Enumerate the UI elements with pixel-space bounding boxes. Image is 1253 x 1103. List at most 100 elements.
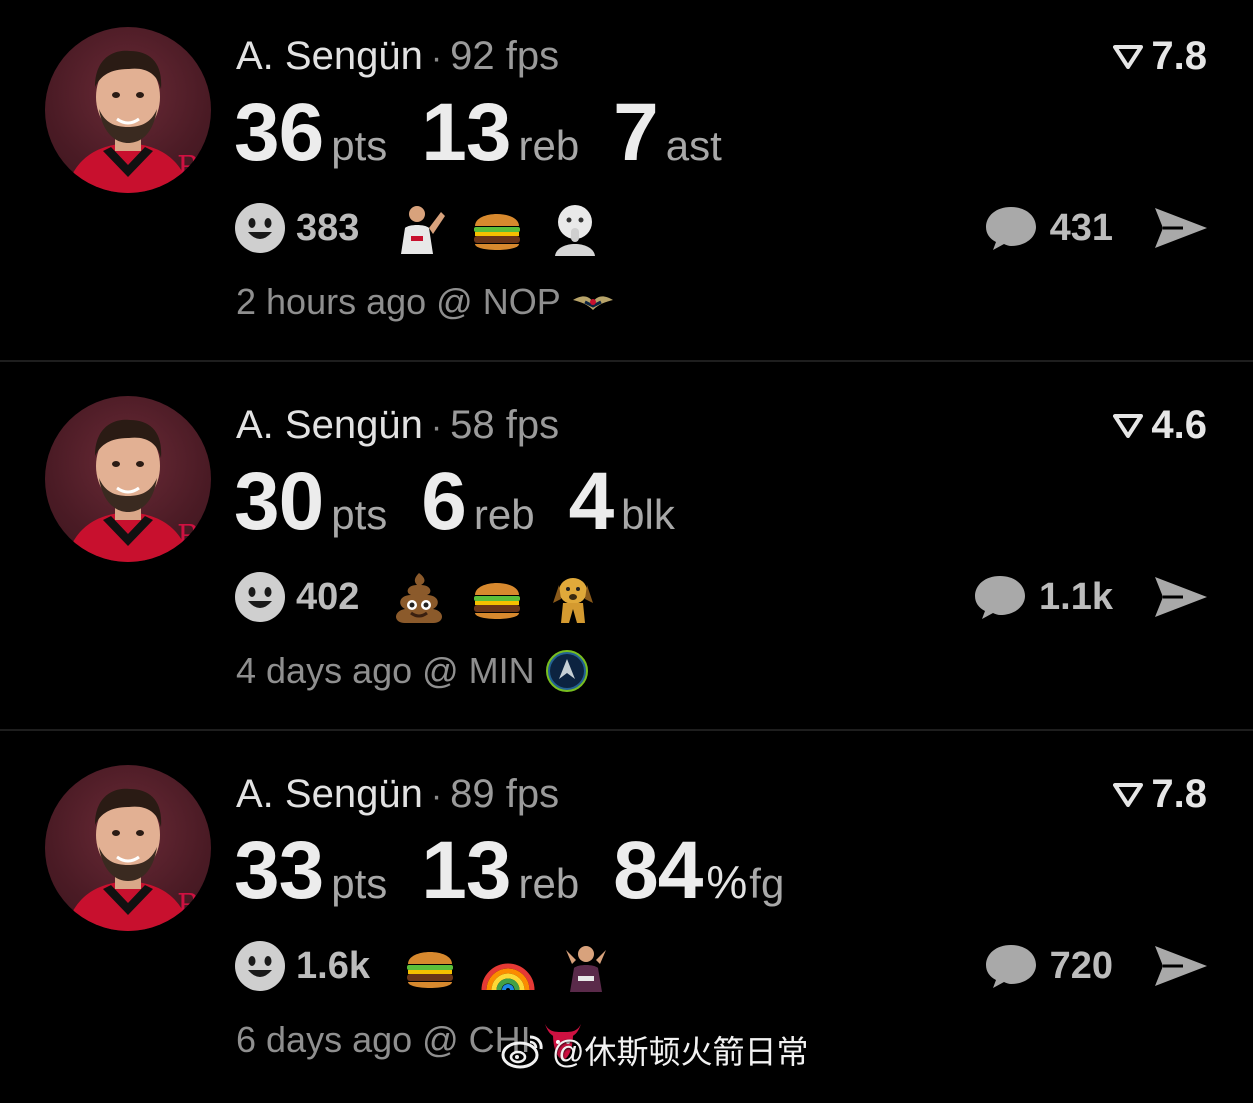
dog-emoji[interactable] bbox=[547, 569, 603, 625]
stat-value: 30 bbox=[234, 456, 324, 547]
reaction-count: 402 bbox=[296, 575, 360, 618]
comment-count: 720 bbox=[1049, 944, 1113, 987]
rainbow-emoji[interactable] bbox=[480, 938, 536, 994]
post-header: A. Sengün · 89 fps bbox=[236, 770, 559, 820]
comment-count: 431 bbox=[1049, 206, 1113, 249]
game-info: 2 hours ago @ NOP bbox=[236, 280, 615, 324]
rating-badge[interactable]: 7.8 bbox=[1113, 34, 1207, 78]
stat-unit: pts bbox=[331, 122, 388, 169]
rating-badge[interactable]: 4.6 bbox=[1113, 403, 1207, 447]
player-avatar[interactable]: R bbox=[45, 765, 211, 931]
player-name[interactable]: A. Sengün bbox=[236, 403, 423, 447]
rating-chevron-icon bbox=[1113, 414, 1144, 438]
watermark-text: @休斯顿火箭日常 bbox=[552, 1034, 809, 1070]
burger-emoji[interactable] bbox=[469, 200, 525, 256]
player-name[interactable]: A. Sengün bbox=[236, 772, 423, 816]
game-time-opponent: 6 days ago @ CHI bbox=[236, 1019, 531, 1060]
rating-value: 4.6 bbox=[1151, 402, 1207, 447]
comment-count: 1.1k bbox=[1039, 575, 1113, 618]
smiley-reaction-icon[interactable] bbox=[234, 571, 286, 623]
burger-emoji[interactable] bbox=[469, 569, 525, 625]
poop-emoji[interactable] bbox=[391, 569, 447, 625]
stat-line: 36 pts 13 reb 7 ast bbox=[234, 86, 756, 178]
stat-unit: ast bbox=[665, 122, 722, 169]
share-send-icon[interactable] bbox=[1153, 574, 1209, 620]
post-header: A. Sengün · 58 fps bbox=[236, 401, 559, 451]
stat-unit: fg bbox=[749, 860, 785, 907]
reaction-bar[interactable]: 402 bbox=[234, 567, 625, 627]
post-header: A. Sengün · 92 fps bbox=[236, 32, 559, 82]
rating-value: 7.8 bbox=[1151, 771, 1207, 816]
rating-chevron-icon bbox=[1113, 45, 1144, 69]
stat-rebounds: 13 reb bbox=[421, 824, 579, 918]
comment-bubble-icon bbox=[975, 576, 1026, 619]
stat-unit: reb bbox=[518, 860, 580, 907]
svg-text:R: R bbox=[177, 888, 201, 923]
stat-line: 33 pts 13 reb 84% fg bbox=[234, 824, 818, 916]
stat-unit: pts bbox=[331, 491, 388, 538]
stat-field-goal-pct: 84% fg bbox=[613, 824, 784, 918]
separator-dot: · bbox=[430, 777, 443, 815]
stat-percent-sign: % bbox=[706, 856, 748, 908]
rating-chevron-icon bbox=[1113, 783, 1144, 807]
stat-assists: 7 ast bbox=[613, 86, 722, 180]
stat-value: 6 bbox=[421, 456, 467, 547]
stat-value: 13 bbox=[421, 825, 511, 916]
stat-rebounds: 6 reb bbox=[421, 455, 534, 549]
player-photo: R bbox=[65, 788, 201, 931]
stat-value: 33 bbox=[234, 825, 324, 916]
player-photo: R bbox=[65, 50, 201, 193]
comment-bubble-icon bbox=[985, 207, 1036, 250]
smiley-reaction-icon[interactable] bbox=[234, 202, 286, 254]
player-avatar[interactable]: R bbox=[45, 396, 211, 562]
pelicans-logo-icon bbox=[572, 296, 613, 310]
separator-dot: · bbox=[430, 39, 443, 77]
reaction-count: 383 bbox=[296, 206, 360, 249]
stat-value: 13 bbox=[421, 87, 511, 178]
stat-points: 36 pts bbox=[234, 86, 387, 180]
player-photo-emoji[interactable] bbox=[391, 200, 447, 256]
post-divider bbox=[0, 360, 1253, 362]
stat-points: 33 pts bbox=[234, 824, 387, 918]
stat-value: 7 bbox=[613, 87, 659, 178]
reaction-bar[interactable]: 383 bbox=[234, 198, 625, 258]
stat-unit: reb bbox=[518, 122, 580, 169]
stat-points: 30 pts bbox=[234, 455, 387, 549]
stat-rebounds: 13 reb bbox=[421, 86, 579, 180]
player-avatar[interactable]: R bbox=[45, 27, 211, 193]
stat-unit: blk bbox=[621, 491, 675, 538]
comment-button[interactable]: 720 bbox=[984, 938, 1113, 994]
post-divider bbox=[0, 729, 1253, 731]
fps-score: 89 fps bbox=[450, 772, 560, 816]
stat-value: 4 bbox=[568, 456, 615, 547]
stat-value: 36 bbox=[234, 87, 324, 178]
weibo-logo-icon bbox=[501, 1035, 543, 1069]
player-name[interactable]: A. Sengün bbox=[236, 34, 423, 78]
fps-score: 58 fps bbox=[450, 403, 560, 447]
fps-score: 92 fps bbox=[450, 34, 560, 78]
comment-button[interactable]: 1.1k bbox=[973, 569, 1113, 625]
stat-value: 84 bbox=[613, 825, 703, 916]
svg-text:R: R bbox=[177, 150, 201, 185]
game-info: 4 days ago @ MIN bbox=[236, 649, 589, 693]
stat-unit: reb bbox=[473, 491, 535, 538]
reaction-count: 1.6k bbox=[296, 944, 370, 987]
weibo-watermark: @休斯顿火箭日常 bbox=[500, 1026, 809, 1074]
player-photo-emoji[interactable] bbox=[558, 938, 614, 994]
burger-emoji[interactable] bbox=[402, 938, 458, 994]
rating-value: 7.8 bbox=[1151, 33, 1207, 78]
stat-unit: pts bbox=[331, 860, 388, 907]
stat-line: 30 pts 6 reb 4 blk bbox=[234, 455, 709, 547]
comment-bubble-icon bbox=[985, 945, 1036, 988]
share-send-icon[interactable] bbox=[1153, 943, 1209, 989]
comment-button[interactable]: 431 bbox=[984, 200, 1113, 256]
post-card[interactable]: R A. Sengün · 58 fps 4.6 30 pts 6 reb 4 blk 4… bbox=[0, 369, 1253, 734]
rating-badge[interactable]: 7.8 bbox=[1113, 772, 1207, 816]
separator-dot: · bbox=[430, 408, 443, 446]
share-send-icon[interactable] bbox=[1153, 205, 1209, 251]
timberwolves-logo-icon bbox=[545, 650, 588, 692]
reaction-bar[interactable]: 1.6k bbox=[234, 936, 636, 996]
smiley-reaction-icon[interactable] bbox=[234, 940, 286, 992]
thinking-face-emoji[interactable] bbox=[547, 200, 603, 256]
post-card[interactable]: R A. Sengün · 92 fps 7.8 36 pts 13 reb 7 ast … bbox=[0, 0, 1253, 365]
